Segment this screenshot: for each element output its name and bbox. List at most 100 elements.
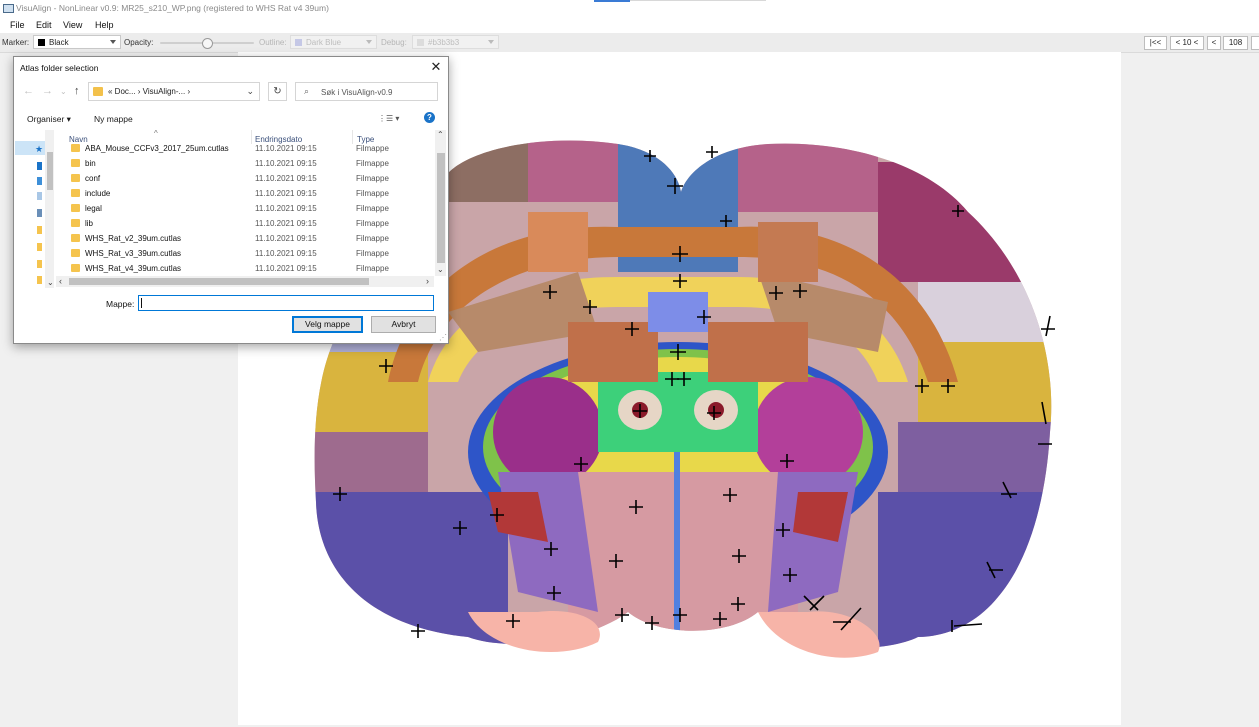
opacity-slider-thumb[interactable] xyxy=(202,38,214,49)
recent-dropdown-icon[interactable]: ⌄ xyxy=(60,87,67,96)
breadcrumb[interactable]: « Doc... › VisuAlign-... › xyxy=(108,87,190,96)
menu-help[interactable]: Help xyxy=(95,20,114,30)
folder-icon[interactable] xyxy=(37,226,42,234)
first-slice-button[interactable]: |<< xyxy=(1144,36,1167,50)
file-name: WHS_Rat_v2_39um.cutlas xyxy=(85,234,182,243)
file-type: Filmappe xyxy=(356,144,389,153)
list-item[interactable]: bin 11.10.2021 09:15 Filmappe xyxy=(68,156,436,171)
file-date: 11.10.2021 09:15 xyxy=(255,264,317,273)
folder-icon xyxy=(71,204,80,212)
folder-label: Mappe: xyxy=(106,299,135,309)
chevron-left-icon[interactable]: ‹ xyxy=(59,276,62,286)
folder-icon xyxy=(93,87,103,96)
back-arrow-icon[interactable]: ← xyxy=(23,85,34,97)
previous-slice-button[interactable]: < xyxy=(1207,36,1221,50)
list-item[interactable]: WHS_Rat_v3_39um.cutlas 11.10.2021 09:15 Fi… xyxy=(68,246,436,261)
file-type: Filmappe xyxy=(356,159,389,168)
folder-icon xyxy=(71,144,80,152)
list-item[interactable]: lib 11.10.2021 09:15 Filmappe xyxy=(68,216,436,231)
marker-select[interactable]: Black xyxy=(33,35,121,49)
file-date: 11.10.2021 09:15 xyxy=(255,234,317,243)
file-type: Filmappe xyxy=(356,189,389,198)
horizontal-scrollbar-thumb[interactable] xyxy=(69,278,369,285)
outline-select[interactable]: Dark Blue xyxy=(290,35,377,49)
file-date: 11.10.2021 09:15 xyxy=(255,144,317,153)
menu-file[interactable]: File xyxy=(10,20,25,30)
folder-icon xyxy=(71,159,80,167)
pictures-icon[interactable] xyxy=(37,209,42,217)
file-list-scrollbar-thumb[interactable] xyxy=(437,153,445,263)
title-bar: VisuAlign - NonLinear v0.9: MR25_s210_WP… xyxy=(0,0,1259,17)
file-date: 11.10.2021 09:15 xyxy=(255,189,317,198)
file-name: legal xyxy=(85,204,102,213)
documents-icon[interactable] xyxy=(37,192,42,200)
column-header-date[interactable]: Endringsdato xyxy=(255,135,302,144)
folder-icon[interactable] xyxy=(37,260,42,268)
file-name: include xyxy=(85,189,111,198)
select-folder-button[interactable]: Velg mappe xyxy=(292,316,363,333)
help-icon[interactable]: ? xyxy=(424,112,435,123)
resize-grip-icon[interactable]: ⋰ xyxy=(439,333,447,342)
chevron-down-icon[interactable]: ⌄ xyxy=(47,278,54,287)
column-divider xyxy=(352,130,353,144)
list-item[interactable]: include 11.10.2021 09:15 Filmappe xyxy=(68,186,436,201)
search-input[interactable]: ⌕ Søk i VisuAlign-v0.9 xyxy=(295,82,438,101)
text-caret xyxy=(141,298,142,308)
list-item[interactable]: conf 11.10.2021 09:15 Filmappe xyxy=(68,171,436,186)
folder-name-input[interactable] xyxy=(138,295,434,311)
file-type: Filmappe xyxy=(356,234,389,243)
search-icon: ⌕ xyxy=(304,86,310,96)
folder-icon xyxy=(71,219,80,227)
organize-button[interactable]: Organiser ▾ xyxy=(27,114,71,125)
close-icon[interactable]: ✕ xyxy=(428,59,444,75)
window-title: VisuAlign - NonLinear v0.9: MR25_s210_WP… xyxy=(16,3,329,13)
desktop-icon[interactable] xyxy=(37,162,42,170)
up-arrow-icon[interactable]: ↑ xyxy=(74,85,80,97)
file-date: 11.10.2021 09:15 xyxy=(255,159,317,168)
chevron-down-icon[interactable]: ⌄ xyxy=(437,265,444,274)
downloads-icon[interactable] xyxy=(37,177,42,185)
new-folder-button[interactable]: Ny mappe xyxy=(94,114,133,124)
forward-arrow-icon[interactable]: → xyxy=(42,85,53,97)
back-10-button[interactable]: < 10 < xyxy=(1170,36,1204,50)
menu-view[interactable]: View xyxy=(63,20,82,30)
folder-icon xyxy=(71,249,80,257)
folder-icon xyxy=(71,189,80,197)
folder-icon xyxy=(71,234,80,242)
cancel-button[interactable]: Avbryt xyxy=(371,316,436,333)
column-divider xyxy=(251,130,252,144)
nav-scrollbar-thumb[interactable] xyxy=(47,152,53,190)
folder-icon[interactable] xyxy=(37,276,42,284)
column-header-type[interactable]: Type xyxy=(357,135,374,144)
column-header-name[interactable]: Navn xyxy=(69,135,88,144)
outline-color-swatch xyxy=(295,39,302,46)
search-placeholder: Søk i VisuAlign-v0.9 xyxy=(321,88,393,97)
file-date: 11.10.2021 09:15 xyxy=(255,219,317,228)
chevron-down-icon xyxy=(366,40,372,44)
next-slice-button-partial[interactable] xyxy=(1251,36,1259,50)
list-item[interactable]: WHS_Rat_v2_39um.cutlas 11.10.2021 09:15 Fi… xyxy=(68,231,436,246)
taskbar-strip-active xyxy=(594,0,630,2)
view-options-icon[interactable]: ⋮☰ ▾ xyxy=(378,114,399,123)
file-name: WHS_Rat_v3_39um.cutlas xyxy=(85,249,182,258)
list-item[interactable]: WHS_Rat_v4_39um.cutlas 11.10.2021 09:15 Fi… xyxy=(68,261,436,276)
chevron-up-icon[interactable]: ⌃ xyxy=(437,130,444,139)
marker-label: Marker: xyxy=(2,38,30,47)
quick-access-icon[interactable]: ★ xyxy=(35,144,43,155)
folder-icon[interactable] xyxy=(37,243,42,251)
file-name: lib xyxy=(85,219,94,228)
list-item[interactable]: legal 11.10.2021 09:15 Filmappe xyxy=(68,201,436,216)
chevron-down-icon xyxy=(488,40,494,44)
menu-edit[interactable]: Edit xyxy=(36,20,52,30)
file-date: 11.10.2021 09:15 xyxy=(255,204,317,213)
chevron-down-icon[interactable]: ⌄ xyxy=(246,86,254,97)
debug-select[interactable]: #b3b3b3 xyxy=(412,35,499,49)
chevron-right-icon[interactable]: › xyxy=(426,276,429,286)
list-item[interactable]: ABA_Mouse_CCFv3_2017_25um.cutlas 11.10.20… xyxy=(68,144,436,156)
file-type: Filmappe xyxy=(356,249,389,258)
refresh-button[interactable]: ↻ xyxy=(268,82,287,101)
marker-color-swatch xyxy=(38,39,45,46)
address-bar[interactable]: « Doc... › VisuAlign-... › ⌄ xyxy=(88,82,260,101)
slice-number-input[interactable]: 108 xyxy=(1223,36,1248,50)
debug-label: Debug: xyxy=(381,38,407,47)
